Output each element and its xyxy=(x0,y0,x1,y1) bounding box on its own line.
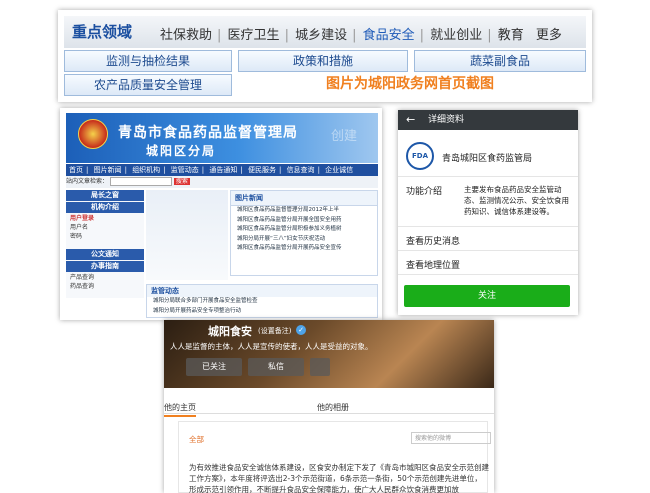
weibo-tabs: 他的主页 他的相册 xyxy=(164,388,494,417)
screenshot-caption: 图片为城阳政务网首页截图 xyxy=(326,76,494,92)
photo-news-panel: 图片新闻 城阳区食品药品监督管理分局2012年上半 城阳区食品药品监管分局开展全… xyxy=(230,190,378,276)
monitoring-results-button[interactable]: 监测与抽检结果 xyxy=(64,50,232,72)
location-link[interactable]: 查看地理位置 xyxy=(406,258,460,271)
intro-text: 主要发布食品药品安全监管动态、监测情况公示、安全饮食用药知识、诚信体系建设等。 xyxy=(464,185,569,216)
policy-measures-button[interactable]: 政策和措施 xyxy=(238,50,408,72)
category-employment[interactable]: 就业创业 xyxy=(430,28,482,43)
photo-news-heading: 图片新闻 xyxy=(231,191,377,206)
category-divider: | xyxy=(284,28,289,43)
verified-icon: ✓ xyxy=(296,325,306,335)
category-social[interactable]: 社保救助 xyxy=(160,28,212,43)
nav-home[interactable]: 首页 xyxy=(69,166,83,174)
weibo-name: 城阳食安 xyxy=(208,325,252,338)
key-areas-title: 重点领域 xyxy=(72,23,133,41)
vegetables-button[interactable]: 蔬菜副食品 xyxy=(414,50,586,72)
search-label: 站内文章检索： xyxy=(66,178,109,185)
category-education[interactable]: 教育 xyxy=(498,28,524,43)
site-banner: 青岛市食品药品监督管理局 城阳区分局 创建 xyxy=(66,113,378,163)
nav-query[interactable]: 信息查询 xyxy=(287,166,315,174)
menu-org-intro[interactable]: 机构介绍 xyxy=(66,202,144,213)
nav-supervision[interactable]: 监管动态 xyxy=(171,166,199,174)
account-name: 青岛城阳区食药监管局 xyxy=(442,154,533,164)
nav-photo-news[interactable]: 图片新闻 xyxy=(94,166,122,174)
category-urban[interactable]: 城乡建设 xyxy=(295,28,347,43)
site-search-input[interactable] xyxy=(109,177,172,186)
product-query-label[interactable]: 产品查询 xyxy=(66,273,144,282)
category-divider: | xyxy=(217,28,222,43)
agri-quality-button[interactable]: 农产品质量安全管理 xyxy=(64,74,232,96)
banner-watermark: 创建 xyxy=(331,129,358,144)
intro-label: 功能介绍 xyxy=(406,187,443,197)
menu-director[interactable]: 局长之窗 xyxy=(66,190,144,201)
weibo-page: 城阳食安 (设置备注) ✓ 人人是监督的主体，人人是宣传的使者，人人是受益的对象… xyxy=(164,320,494,493)
feed-filter-all[interactable]: 全部 xyxy=(189,434,204,445)
category-divider: | xyxy=(487,28,492,43)
site-search-button[interactable]: 搜索 xyxy=(173,178,190,185)
wechat-bar-title: 详细资料 xyxy=(428,115,465,125)
nav-integrity[interactable]: 企业诚信 xyxy=(325,166,353,174)
supervision-item[interactable]: 城阳分局开展药品安全专项整治行动 xyxy=(147,307,377,317)
tab-album[interactable]: 他的相册 xyxy=(317,402,349,413)
photo-news-image[interactable] xyxy=(146,190,228,280)
category-bar: 重点领域 社保救助 | 医疗卫生 | 城乡建设 | 食品安全 | 就业创业 | 教育 更多 xyxy=(64,16,586,48)
divider xyxy=(398,226,578,227)
news-item[interactable]: 城阳区食品药品监管分局开展全国安全用药 xyxy=(231,216,377,226)
national-emblem-icon xyxy=(78,119,108,149)
site-subtitle: 城阳区分局 xyxy=(146,144,217,158)
site-search-row: 站内文章检索： 搜索 xyxy=(66,176,378,188)
supervision-item[interactable]: 城阳分局联合多部门开展食品安全监管检查 xyxy=(147,297,377,307)
divider xyxy=(398,274,578,275)
news-item[interactable]: 城阳分局开展“三八”妇女节庆祝活动 xyxy=(231,235,377,245)
site-left-menu: 局长之窗 机构介绍 用户登录 用户名 密码 公文通知 办事指南 产品查询 药品查… xyxy=(66,190,144,298)
fda-website: 青岛市食品药品监督管理局 城阳区分局 创建 首页 | 图片新闻 | 组织机构 | 监管… xyxy=(60,108,382,320)
category-more[interactable]: 更多 xyxy=(536,28,562,43)
back-arrow-icon[interactable]: ← xyxy=(406,110,415,130)
news-item[interactable]: 城阳区食品药品监督管理分局2012年上半 xyxy=(231,206,377,216)
message-button[interactable]: 私信 xyxy=(248,358,304,376)
category-divider: | xyxy=(352,28,357,43)
login-label: 用户登录 xyxy=(70,215,95,222)
history-messages-link[interactable]: 查看历史消息 xyxy=(406,234,460,247)
nav-services[interactable]: 便民服务 xyxy=(248,166,276,174)
supervision-panel: 监管动态 城阳分局联合多部门开展食品安全监管检查 城阳分局开展药品安全专项整治行… xyxy=(146,284,378,318)
more-button[interactable] xyxy=(310,358,330,376)
follow-button[interactable]: 关注 xyxy=(404,285,570,307)
category-divider: | xyxy=(419,28,425,43)
wechat-profile: ← 详细资料 FDA 青岛城阳区食药监管局 功能介绍 主要发布食品药品安全监管动… xyxy=(398,110,578,315)
site-title: 青岛市食品药品监督管理局 xyxy=(118,125,298,141)
fda-logo-icon: FDA xyxy=(406,142,434,170)
weibo-feed: 全部 搜索他的微博 为有效推进食品安全诚信体系建设，区食安办制定下发了《青岛市城… xyxy=(178,421,491,493)
nav-org[interactable]: 组织机构 xyxy=(132,166,160,174)
set-remark-link[interactable]: (设置备注) xyxy=(258,326,291,336)
weibo-post-text: 为有效推进食品安全诚信体系建设，区食安办制定下发了《青岛市城阳区食品安全示范创建… xyxy=(189,463,489,493)
divider xyxy=(398,250,578,251)
followed-button[interactable]: 已关注 xyxy=(186,358,242,376)
drug-query-label[interactable]: 药品查询 xyxy=(66,282,144,291)
weibo-cover: 城阳食安 (设置备注) ✓ 人人是监督的主体，人人是宣传的使者，人人是受益的对象… xyxy=(164,320,494,388)
menu-notices[interactable]: 公文通知 xyxy=(66,249,144,260)
category-list: 社保救助 | 医疗卫生 | 城乡建设 | 食品安全 | 就业创业 | 教育 更多 xyxy=(160,24,564,43)
site-nav: 首页 | 图片新闻 | 组织机构 | 监管动态 | 通告通知 | 便民服务 | 信息查询 | … xyxy=(66,164,378,176)
nav-notices[interactable]: 通告通知 xyxy=(209,166,237,174)
key-areas-panel: 重点领域 社保救助 | 医疗卫生 | 城乡建设 | 食品安全 | 就业创业 | 教育 更多… xyxy=(58,10,592,102)
weibo-search-input[interactable]: 搜索他的微博 xyxy=(411,432,491,444)
password-label: 密码 xyxy=(70,233,83,240)
user-label: 用户名 xyxy=(70,224,89,231)
wechat-title-bar: ← 详细资料 xyxy=(398,110,578,130)
tab-home[interactable]: 他的主页 xyxy=(164,402,196,417)
news-item[interactable]: 城阳区食品药品监管分局开展药品安全宣传 xyxy=(231,244,377,254)
menu-guide[interactable]: 办事指南 xyxy=(66,261,144,272)
weibo-slogan: 人人是监督的主体，人人是宣传的使者，人人是受益的对象。 xyxy=(170,342,373,351)
category-medical[interactable]: 医疗卫生 xyxy=(228,28,280,43)
category-food-safety[interactable]: 食品安全 xyxy=(363,28,415,43)
supervision-heading: 监管动态 xyxy=(147,285,377,297)
divider xyxy=(398,176,578,177)
news-item[interactable]: 城阳区食品药品监管分局积极参加义务植树 xyxy=(231,225,377,235)
